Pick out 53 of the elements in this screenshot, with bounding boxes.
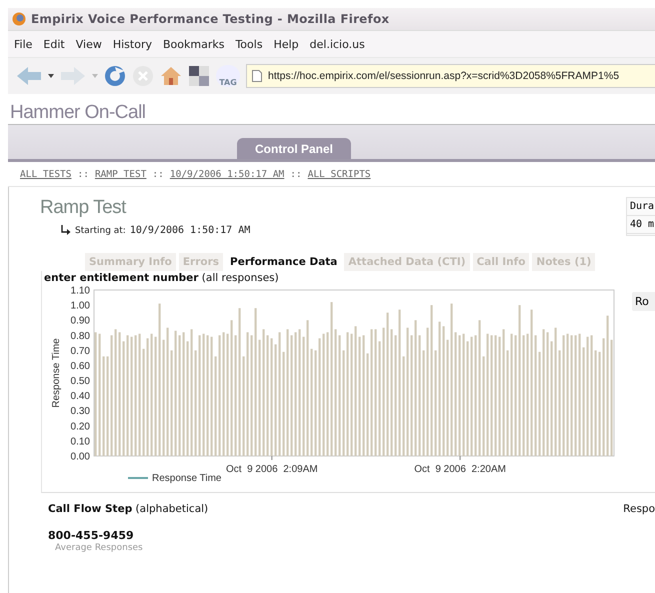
step-name: 800-455-9459 <box>48 529 135 542</box>
page-icon <box>252 70 262 82</box>
x-tick-label: Oct 9 2006 2:09AM <box>226 464 318 475</box>
y-tick-label: 0.20 <box>70 421 90 432</box>
caret-icon <box>48 74 54 78</box>
app-title: Hammer On-Call <box>9 102 146 124</box>
caret-icon <box>92 74 98 78</box>
breadcrumb-link[interactable]: ALL SCRIPTS <box>308 168 371 180</box>
reload-icon[interactable] <box>104 65 126 87</box>
y-tick-label: 0.00 <box>70 452 90 462</box>
y-tick-label: 0.50 <box>70 376 90 388</box>
y-tick-label: 1.00 <box>70 300 90 312</box>
legend-line <box>128 477 148 479</box>
column-heading: Call Flow Step (alphabetical) <box>48 503 208 517</box>
menu-item[interactable]: Edit <box>43 38 65 50</box>
y-tick-label: 0.90 <box>70 316 90 327</box>
y-axis-title: Response Time <box>51 338 62 408</box>
y-tick-label: 0.30 <box>70 406 90 418</box>
window-title: Empirix Voice Performance Testing - Mozilla Firefox <box>31 12 390 26</box>
breadcrumb-separator: :: <box>152 168 164 180</box>
y-tick-label: 0.10 <box>70 436 90 448</box>
chart-title: enter entitlement number (all responses) <box>44 272 279 284</box>
menu-item[interactable]: Bookmarks <box>162 38 224 50</box>
corner-arrow-icon <box>60 225 71 236</box>
y-tick-label: 1.10 <box>70 286 90 296</box>
y-tick-label: 0.80 <box>70 330 90 342</box>
address-field[interactable]: https://hoc.empirix.com/el/sessionrun.asp?x=scrid%3D2058%5FRAMP1%5 <box>246 64 655 88</box>
summary-label: Dura <box>627 198 655 216</box>
test-title: Ramp Test <box>40 197 128 219</box>
y-tick-label: 0.70 <box>70 346 90 357</box>
menu-item[interactable]: Tools <box>235 38 263 50</box>
breadcrumb-link[interactable]: 10/9/2006 1:50:17 AM <box>170 168 284 180</box>
breadcrumb-link[interactable]: RAMP TEST <box>94 168 146 180</box>
breadcrumb-link[interactable]: ALL TESTS <box>20 168 72 180</box>
side-button[interactable]: Ro <box>632 292 655 311</box>
menu-item[interactable]: History <box>112 38 152 50</box>
breadcrumb-separator: :: <box>290 168 302 180</box>
home-icon[interactable] <box>160 65 182 87</box>
summary-value: 40 m <box>627 216 655 234</box>
step-detail: Average Responses <box>55 543 144 553</box>
grid-icon[interactable] <box>188 65 210 87</box>
column-heading: Respo <box>623 503 655 517</box>
start-label: Starting at: <box>75 226 126 236</box>
y-tick-label: 0.60 <box>70 360 90 372</box>
menu-item[interactable]: View <box>76 38 102 50</box>
x-tick-label: Oct 9 2006 2:20AM <box>414 464 506 475</box>
breadcrumb-separator: :: <box>77 168 89 180</box>
menu-item[interactable]: File <box>14 38 32 50</box>
y-tick-label: 0.40 <box>70 391 90 402</box>
menu-item[interactable]: del.icio.us <box>310 38 365 50</box>
start-time: 10/9/2006 1:50:17 AM <box>130 225 250 236</box>
legend-label: Response Time <box>152 473 222 484</box>
menu-item[interactable]: Help <box>274 38 299 50</box>
